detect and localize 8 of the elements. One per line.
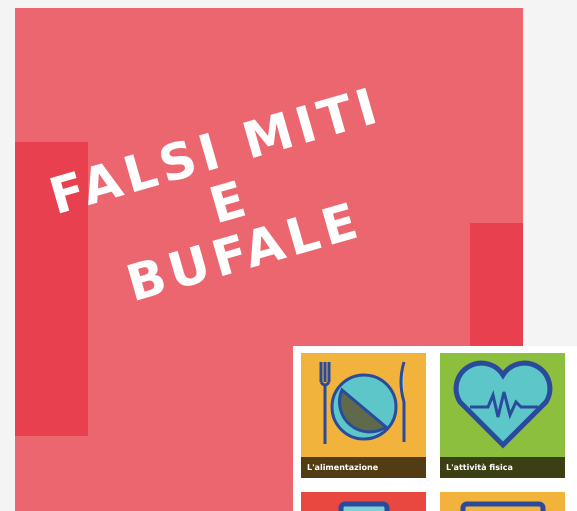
topic-tile[interactable]: L'alimentazione <box>301 353 426 478</box>
topic-tile[interactable]: L'attività fisica <box>440 353 565 478</box>
topic-tile[interactable] <box>440 492 565 511</box>
tile-caption: L'alimentazione <box>301 457 426 478</box>
tile-caption: L'attività fisica <box>440 457 565 478</box>
stack-drawing <box>338 502 389 511</box>
topic-tile[interactable] <box>301 492 426 511</box>
heart-pulse-icon <box>453 360 552 448</box>
